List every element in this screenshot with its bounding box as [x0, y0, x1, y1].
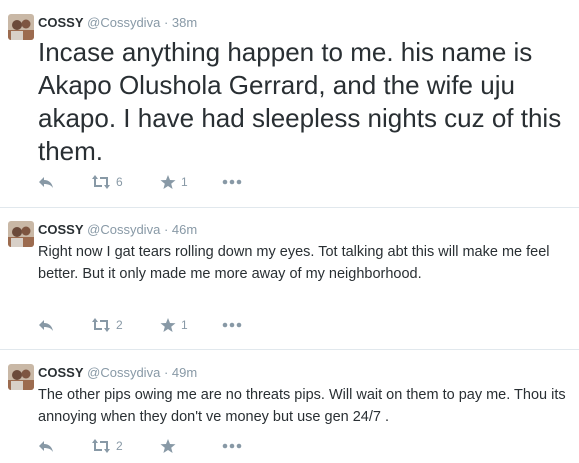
favorite-icon — [160, 438, 176, 454]
favorite-button[interactable] — [160, 437, 181, 455]
timestamp[interactable]: 49m — [172, 365, 197, 380]
retweet-button[interactable]: 6 — [91, 173, 123, 191]
retweet-icon — [91, 175, 111, 189]
timestamp[interactable]: 46m — [172, 222, 197, 237]
reply-icon — [38, 318, 54, 332]
avatar[interactable] — [8, 221, 34, 247]
tweet: COSSY @Cossydiva · 38m Incase anything h… — [0, 0, 579, 207]
tweet-header: COSSY @Cossydiva · 46m — [38, 222, 197, 238]
username[interactable]: @Cossydiva — [87, 15, 160, 30]
username[interactable]: @Cossydiva — [87, 365, 160, 380]
favorite-button[interactable]: 1 — [160, 316, 188, 334]
retweet-button[interactable]: 2 — [91, 316, 123, 334]
retweet-count: 2 — [116, 439, 123, 453]
timestamp[interactable]: 38m — [172, 15, 197, 30]
more-icon — [222, 179, 242, 185]
reply-icon — [38, 439, 54, 453]
more-button[interactable] — [222, 437, 242, 455]
tweet: COSSY @Cossydiva · 46m Right now I gat t… — [0, 208, 579, 349]
more-button[interactable] — [222, 173, 242, 191]
favorite-icon — [160, 317, 176, 333]
tweet-text: The other pips owing me are no threats p… — [38, 387, 566, 425]
tweet-text: Right now I gat tears rolling down my ey… — [38, 244, 550, 282]
tweet-actions: 2 — [38, 437, 258, 455]
favorite-button[interactable]: 1 — [160, 173, 188, 191]
favorite-count: 1 — [181, 318, 188, 332]
display-name[interactable]: COSSY — [38, 365, 84, 380]
username[interactable]: @Cossydiva — [87, 222, 160, 237]
more-icon — [222, 322, 242, 328]
reply-button[interactable] — [38, 316, 54, 334]
more-button[interactable] — [222, 316, 242, 334]
display-name[interactable]: COSSY — [38, 222, 84, 237]
retweet-count: 6 — [116, 175, 123, 189]
separator-dot: · — [163, 15, 169, 30]
tweet: COSSY @Cossydiva · 49m The other pips ow… — [0, 350, 579, 463]
separator-dot: · — [163, 222, 169, 237]
tweet-header: COSSY @Cossydiva · 38m — [38, 15, 197, 31]
display-name[interactable]: COSSY — [38, 15, 84, 30]
retweet-icon — [91, 318, 111, 332]
tweet-text: Incase anything happen to me. his name i… — [38, 37, 562, 166]
retweet-button[interactable]: 2 — [91, 437, 123, 455]
reply-button[interactable] — [38, 173, 54, 191]
tweet-actions: 6 1 — [38, 173, 258, 191]
separator-dot: · — [163, 365, 169, 380]
tweet-actions: 2 1 — [38, 316, 258, 334]
retweet-count: 2 — [116, 318, 123, 332]
avatar[interactable] — [8, 14, 34, 40]
favorite-icon — [160, 174, 176, 190]
avatar[interactable] — [8, 364, 34, 390]
favorite-count: 1 — [181, 175, 188, 189]
retweet-icon — [91, 439, 111, 453]
reply-icon — [38, 175, 54, 189]
reply-button[interactable] — [38, 437, 54, 455]
more-icon — [222, 443, 242, 449]
tweet-header: COSSY @Cossydiva · 49m — [38, 365, 197, 381]
